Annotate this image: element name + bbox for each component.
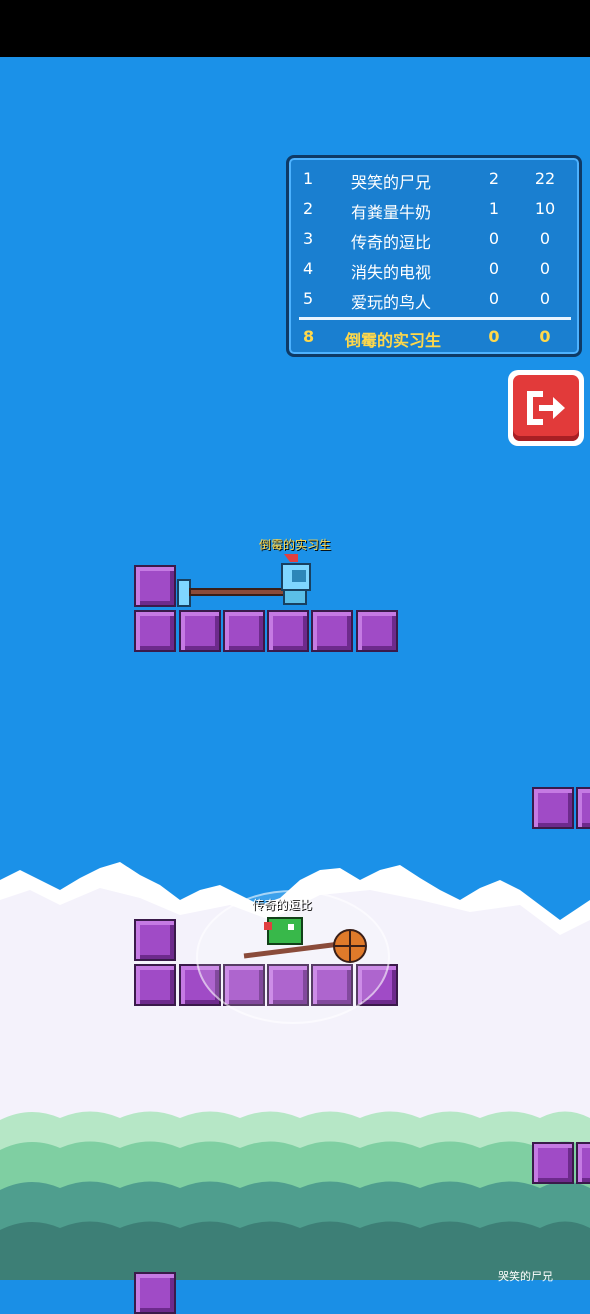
- leaderboard-row: 5 爱玩的鸟人 0 0: [289, 283, 579, 313]
- player-name: 倒霉的实习生: [345, 331, 442, 350]
- leaderboard-row: 2 有粪量牛奶 1 10: [289, 193, 579, 223]
- rank-number: 3: [303, 229, 314, 248]
- purple-block: [576, 1142, 590, 1184]
- purple-block: [311, 610, 353, 652]
- kill-count: 1: [488, 199, 500, 218]
- score-value: 0: [539, 259, 551, 278]
- purple-block: [576, 787, 590, 829]
- kill-count: 0: [488, 289, 500, 308]
- exit-button-face[interactable]: [513, 375, 579, 441]
- player-name: 爱玩的鸟人: [351, 293, 432, 312]
- leaderboard-self-row: 8 倒霉的实习生 0 0: [289, 321, 579, 351]
- status-bar: [0, 0, 590, 57]
- purple-block: [134, 919, 176, 961]
- player-name: 哭笑的尸兄: [351, 173, 432, 192]
- player-name: 有粪量牛奶: [351, 203, 432, 222]
- purple-block: [356, 610, 398, 652]
- leaderboard-divider: [299, 317, 571, 320]
- leaderboard-row: 3 传奇的逗比 0 0: [289, 223, 579, 253]
- leaderboard-row: 4 消失的电视 0 0: [289, 253, 579, 283]
- rank-number: 8: [303, 327, 315, 346]
- leaderboard-panel: 1 哭笑的尸兄 2 22 2 有粪量牛奶 1 10 3 传奇的逗比 0 0 4 …: [286, 155, 582, 357]
- purple-block: [134, 610, 176, 652]
- score-value: 22: [534, 169, 556, 188]
- purple-block: [134, 1272, 176, 1314]
- purple-block: [134, 565, 176, 607]
- hills-layer: [0, 1111, 590, 1280]
- rank-number: 4: [303, 259, 314, 278]
- player-name: 传奇的逗比: [351, 233, 432, 252]
- purple-block: [532, 787, 574, 829]
- knight-player-sprite: [177, 554, 311, 607]
- rank-number: 5: [303, 289, 314, 308]
- purple-block: [134, 964, 176, 1006]
- leaderboard-row: 1 哭笑的尸兄 2 22: [289, 163, 579, 193]
- exit-button[interactable]: [508, 370, 584, 446]
- kill-count: 2: [488, 169, 500, 188]
- dino-enemy-sprite: [243, 917, 367, 963]
- score-value: 10: [534, 199, 556, 218]
- score-value: 0: [539, 289, 551, 308]
- score-value: 0: [539, 229, 551, 248]
- purple-block: [532, 1142, 574, 1184]
- purple-block: [179, 610, 221, 652]
- offscreen-player-name: 哭笑的尸兄: [498, 1270, 553, 1283]
- purple-block: [267, 610, 309, 652]
- enemy-player-name: 传奇的逗比: [251, 898, 312, 912]
- kill-count: 0: [488, 327, 500, 346]
- score-value: 0: [539, 327, 551, 346]
- exit-door-arrow-icon: [527, 391, 565, 425]
- kill-count: 0: [488, 259, 500, 278]
- rank-number: 1: [303, 169, 314, 188]
- kill-count: 0: [488, 229, 500, 248]
- rank-number: 2: [303, 199, 314, 218]
- purple-block: [223, 610, 265, 652]
- player-name: 消失的电视: [351, 263, 432, 282]
